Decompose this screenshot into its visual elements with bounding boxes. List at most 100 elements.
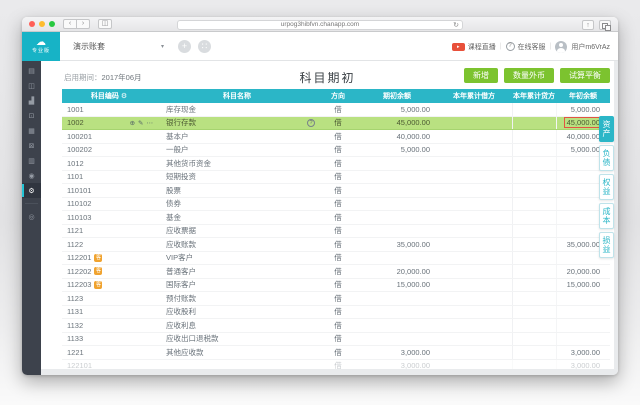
cell-account-name: 国际客户 [156, 279, 318, 292]
add-tab-button[interactable]: + [178, 39, 192, 53]
table-row[interactable]: 1012 其他货币资金 借 [62, 157, 610, 171]
category-tab-损益[interactable]: 损益 [599, 232, 614, 258]
sidebar-item-report[interactable]: ▟ [22, 93, 41, 108]
cell-ytd-debit [436, 360, 512, 370]
edit-account-icon[interactable]: ✎ [138, 119, 143, 127]
cell-ytd-debit [436, 130, 512, 143]
cell-account-code: 112201 客 [62, 252, 156, 265]
column-header-name[interactable]: 科目名称 [156, 91, 318, 101]
table-row[interactable]: 100201 基本户借 40,000.00 40,000.00 [62, 130, 610, 144]
cell-opening-balance [358, 306, 436, 319]
year-begin-balance-input[interactable]: 45,000.00 [563, 117, 603, 129]
cell-year-begin-balance [556, 319, 610, 332]
table-row[interactable]: 110102 债券 借 [62, 197, 610, 211]
column-header-opening-balance[interactable]: 期初余额 [358, 91, 436, 101]
category-tab-成本[interactable]: 成本 [599, 203, 614, 229]
username-menu[interactable]: 用户m6VrAz [571, 42, 610, 52]
cell-ytd-debit [436, 306, 512, 319]
cell-account-code: 1001 [62, 103, 156, 116]
more-actions-icon[interactable]: ⋯ [147, 119, 154, 127]
tab-char: 权 [602, 178, 611, 187]
trial-balance-button[interactable]: 试算平衡 [560, 68, 610, 83]
sidebar-item-asset[interactable]: ◉ [22, 168, 41, 183]
add-sub-account-icon[interactable]: ⊕ [130, 119, 135, 127]
category-tab-权益[interactable]: 权益 [599, 174, 614, 200]
sidebar-item-salary[interactable]: ▥ [22, 153, 41, 168]
column-header-code[interactable]: 科目编码 ⚙ [62, 91, 156, 101]
share-icon[interactable]: ↑ [582, 19, 594, 30]
table-row[interactable]: 110103 基金 借 [62, 211, 610, 225]
cell-account-code: 1122 [62, 238, 156, 251]
close-window-button[interactable] [29, 21, 35, 27]
sidebar-item-fund[interactable]: ⊡ [22, 108, 41, 123]
category-tab-资产[interactable]: 资产 [599, 116, 614, 142]
add-button[interactable]: 新增 [464, 68, 498, 83]
sidebar-item-purchase[interactable]: ⊠ [22, 138, 41, 153]
table-row[interactable]: 1122 应收账款借 35,000.00 35,000.00 [62, 238, 610, 252]
sidebar-item-period[interactable]: ▦ [22, 123, 41, 138]
table-row[interactable]: 1133 应收出口退税款 借 [62, 332, 610, 346]
table-row[interactable]: 112201 客 VIP客户 借 [62, 251, 610, 265]
sidebar-item-settings[interactable]: ⚙ [22, 183, 41, 198]
cell-ytd-credit [512, 116, 556, 129]
tab-char: 产 [602, 129, 611, 138]
sidebar-item-app-center[interactable]: ◎ [22, 209, 41, 224]
table-row[interactable]: 110101 股票 借 [62, 184, 610, 198]
category-tab-负债[interactable]: 负债 [599, 145, 614, 171]
period-icon: ▦ [28, 127, 35, 135]
column-settings-icon[interactable]: ⚙ [121, 93, 127, 100]
minimize-window-button[interactable] [39, 21, 45, 27]
cell-account-code: 1131 [62, 306, 156, 319]
cell-opening-balance: 20,000.00 [396, 266, 430, 276]
tab-char: 债 [602, 158, 611, 167]
table-row[interactable]: 112203 客国际客户借 15,000.00 15,000.00 [62, 278, 610, 292]
cell-account-code: 1101 [62, 171, 156, 184]
table-row[interactable]: 100202 一般户借 5,000.00 5,000.00 [62, 143, 610, 157]
sidebar-toggle-icon[interactable]: ◫ [98, 19, 112, 29]
chevron-down-icon[interactable]: ▾ [161, 43, 164, 50]
cell-ytd-credit [512, 251, 556, 264]
column-header-year-begin[interactable]: 年初余额 [556, 91, 610, 101]
table-row[interactable]: 1101 短期投资 借 [62, 170, 610, 184]
cell-direction: 借 [334, 185, 342, 195]
forward-icon[interactable]: › [76, 19, 90, 29]
row-help-icon[interactable]: ? [307, 119, 315, 127]
back-icon[interactable]: ‹ [63, 19, 77, 29]
cell-account-code: 110101 [62, 184, 156, 197]
table-row[interactable]: 1123 预付账款 借 [62, 292, 610, 306]
cell-ytd-debit [436, 198, 512, 211]
cell-account-code: 100201 [62, 130, 156, 143]
table-row[interactable]: 1001 库存现金 借 5,000.00 5,000.00 [62, 103, 610, 117]
quantity-currency-button[interactable]: 数量外币 [504, 68, 554, 83]
column-header-ytd-credit[interactable]: 本年累计贷方 [512, 91, 556, 101]
tab-overview-icon[interactable] [599, 19, 611, 31]
table-row[interactable]: 122101 借 3,000.00 3,000.00 [62, 359, 610, 370]
account-set-dropdown[interactable]: 演示账套 [73, 41, 105, 52]
table-row[interactable]: 1221 其他应收款 借 3,000.00 3,000.00 [62, 346, 610, 360]
cell-account-name: 其他应收款 [156, 346, 318, 359]
sidebar-item-invoice[interactable]: ▤ [22, 63, 41, 78]
live-course-link[interactable]: 课程直播 [468, 42, 496, 52]
zoom-window-button[interactable] [49, 21, 55, 27]
column-header-direction[interactable]: 方向 [318, 91, 358, 101]
table-row[interactable]: 1121 应收票据 借 [62, 224, 610, 238]
table-row[interactable]: 1002 ⊕ ✎ ⋯ 银行存款? 借 45,000.00 45,000.00 [62, 116, 610, 130]
cell-opening-balance: 40,000.00 [396, 131, 430, 141]
avatar[interactable] [555, 40, 568, 53]
online-support-link[interactable]: 在线客服 [518, 42, 546, 52]
refresh-icon[interactable]: ↻ [453, 21, 459, 30]
table-row[interactable]: 1131 应收股利 借 [62, 305, 610, 319]
column-header-ytd-debit[interactable]: 本年累计借方 [436, 91, 512, 101]
aux-accounting-badge: 客 [94, 253, 103, 262]
account-code-text: 100201 [67, 131, 93, 141]
cell-account-name: 应收账款 [156, 238, 318, 251]
address-bar[interactable]: urpog3hibfvn.chanapp.com ↻ [177, 20, 463, 30]
account-name-text: 短期投资 [166, 172, 196, 182]
table-row[interactable]: 112202 客普通客户借 20,000.00 20,000.00 [62, 265, 610, 279]
table-row[interactable]: 1132 应收利息 借 [62, 319, 610, 333]
account-code-text: 1131 [67, 307, 84, 317]
app-grid-button[interactable]: ∷ [198, 39, 212, 53]
app-logo[interactable]: ☁ 专业版 [22, 31, 60, 61]
account-code-text: 112203 [67, 280, 92, 290]
sidebar-item-voucher[interactable]: ◫ [22, 78, 41, 93]
